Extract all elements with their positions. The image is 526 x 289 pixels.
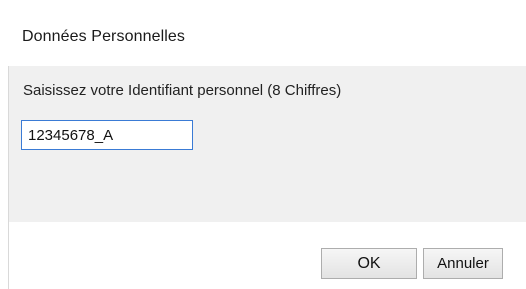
personal-id-input[interactable] [21,120,193,150]
dialog-title: Données Personnelles [22,28,185,45]
cancel-button[interactable]: Annuler [423,248,503,279]
ok-button[interactable]: OK [321,248,417,279]
dialog-titlebar: Données Personnelles [0,0,526,66]
dialog-footer: OK Annuler [8,222,526,289]
id-prompt-label: Saisissez votre Identifiant personnel (8… [23,82,342,99]
dialog-window: Données Personnelles Saisissez votre Ide… [0,0,526,289]
dialog-body: Saisissez votre Identifiant personnel (8… [8,66,526,222]
